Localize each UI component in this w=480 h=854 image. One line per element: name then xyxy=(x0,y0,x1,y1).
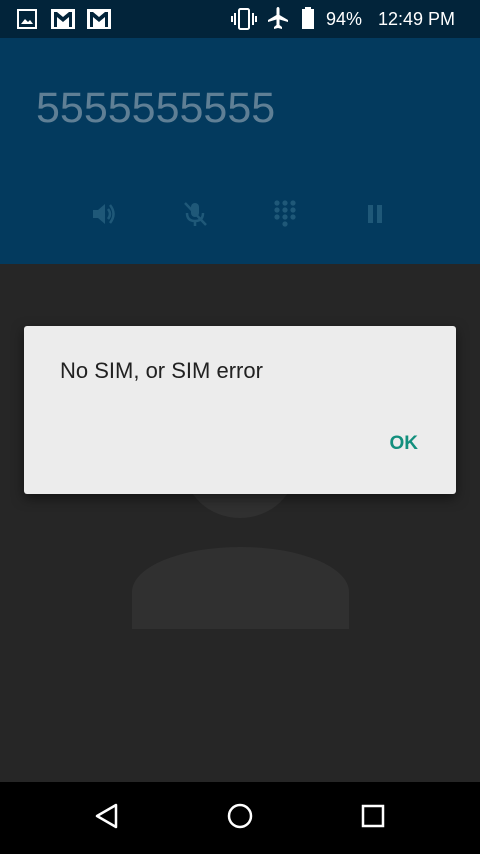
vibrate-icon xyxy=(230,7,258,35)
contact-avatar-body xyxy=(132,547,349,629)
screen: 94% 12:49 PM 5555555555 No SIM, or SIM e… xyxy=(0,0,480,854)
sim-error-dialog: No SIM, or SIM error OK xyxy=(24,326,456,494)
home-icon xyxy=(225,801,255,835)
battery-icon xyxy=(300,6,316,34)
dialpad-button[interactable] xyxy=(265,196,305,236)
hold-button[interactable] xyxy=(355,196,395,236)
airplane-mode-icon xyxy=(266,6,290,34)
speaker-button[interactable] xyxy=(84,196,124,236)
recents-icon xyxy=(358,801,388,835)
back-icon xyxy=(92,801,122,835)
home-button[interactable] xyxy=(220,798,260,838)
ok-button[interactable]: OK xyxy=(390,432,419,456)
navigation-bar xyxy=(0,782,480,854)
dialpad-icon xyxy=(270,198,300,234)
battery-percent: 94% xyxy=(326,9,363,29)
speaker-icon xyxy=(89,199,119,233)
status-bar: 94% 12:49 PM xyxy=(0,0,480,38)
call-header: 5555555555 xyxy=(0,38,480,264)
gallery-icon xyxy=(16,8,38,34)
mute-mic-icon xyxy=(180,199,210,233)
gmail-icon xyxy=(50,8,76,34)
clock: 12:49 PM xyxy=(378,9,456,29)
recents-button[interactable] xyxy=(353,798,393,838)
mute-button[interactable] xyxy=(175,196,215,236)
pause-icon xyxy=(360,199,390,233)
dialog-message: No SIM, or SIM error xyxy=(60,358,263,383)
gmail-icon xyxy=(86,8,112,34)
phone-number: 5555555555 xyxy=(36,84,276,132)
back-button[interactable] xyxy=(87,798,127,838)
